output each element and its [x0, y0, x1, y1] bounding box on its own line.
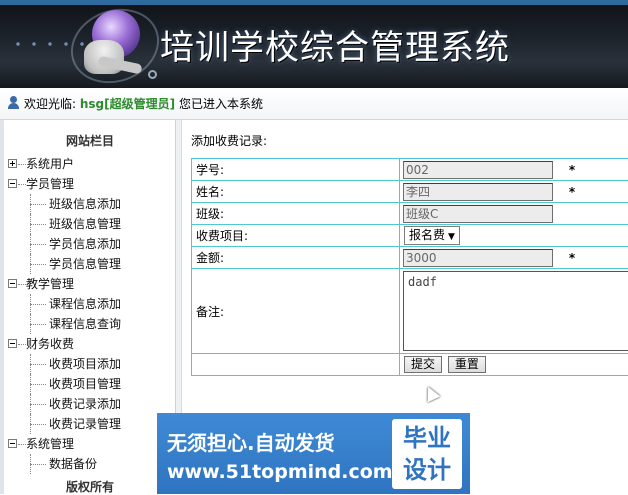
nav-item-label[interactable]: 收费项目添加: [49, 357, 121, 371]
expand-icon[interactable]: [8, 159, 17, 168]
nav-group-finance[interactable]: 财务收费: [8, 334, 176, 354]
ad-slogan: 无须担心.自动发货: [167, 427, 335, 456]
nav-item-label[interactable]: 班级信息添加: [49, 197, 121, 211]
nav-item-course-query[interactable]: 课程信息查询: [8, 314, 176, 334]
nav-item-label[interactable]: 学员信息添加: [49, 237, 121, 251]
button-cell: 提交 重置: [400, 354, 628, 376]
nav-group-student-mgmt[interactable]: 学员管理: [8, 174, 176, 194]
required-mark: *: [569, 163, 575, 177]
nav-item-label[interactable]: 课程信息查询: [49, 317, 121, 331]
form-row: 姓名: *: [192, 181, 628, 203]
nav-tree: 系统用户 学员管理 班级信息添加 班级信息管理 学员信息添加 学员信息管理 教学…: [8, 154, 176, 474]
fee-record-form: 学号: * 姓名: * 班级: 收费项目: 报名费▼ 金额: [191, 158, 628, 376]
nav-item-student-manage[interactable]: 学员信息管理: [8, 254, 176, 274]
header-banner: 培训学校综合管理系统: [0, 0, 628, 88]
sidebar: 网站栏目 系统用户 学员管理 班级信息添加 班级信息管理 学员信息添加 学员信息…: [4, 120, 176, 494]
fee-item-select[interactable]: 报名费▼: [404, 226, 460, 245]
nav-item-label[interactable]: 学员信息管理: [49, 257, 121, 271]
nav-item-label[interactable]: 课程信息添加: [49, 297, 121, 311]
header-decoration: [148, 70, 157, 79]
field-label: 学号:: [192, 159, 400, 181]
user-icon: [8, 96, 24, 110]
field-label: 金额:: [192, 247, 400, 269]
class-input[interactable]: [403, 205, 553, 223]
collapse-icon[interactable]: [8, 179, 17, 188]
nav-item-fee-item-add[interactable]: 收费项目添加: [8, 354, 176, 374]
empty-cell: [192, 354, 400, 376]
form-row: 提交 重置: [192, 354, 628, 376]
nav-group-label[interactable]: 教学管理: [26, 277, 74, 291]
field-cell: 报名费▼: [400, 225, 628, 247]
field-cell: *: [400, 181, 628, 203]
field-label: 备注:: [192, 269, 400, 354]
nav-item-label[interactable]: 收费记录添加: [49, 397, 121, 411]
field-cell: dadf: [400, 269, 628, 354]
welcome-suffix: 您已进入本系统: [175, 97, 263, 111]
welcome-prefix: 欢迎光临:: [24, 97, 76, 111]
form-row: 备注: dadf: [192, 269, 628, 354]
nav-item-class-add[interactable]: 班级信息添加: [8, 194, 176, 214]
nav-item-fee-item-manage[interactable]: 收费项目管理: [8, 374, 176, 394]
form-row: 收费项目: 报名费▼: [192, 225, 628, 247]
current-user: hsg[超级管理员]: [80, 97, 175, 111]
nav-group-system-mgmt[interactable]: 系统管理: [8, 434, 176, 454]
app-title: 培训学校综合管理系统: [160, 20, 510, 69]
nav-item-label[interactable]: 数据备份: [49, 457, 97, 471]
required-mark: *: [569, 251, 575, 265]
nav-group-system-users[interactable]: 系统用户: [8, 154, 176, 174]
required-mark: *: [569, 185, 575, 199]
sidebar-title: 网站栏目: [4, 132, 176, 149]
collapse-icon[interactable]: [8, 279, 17, 288]
amount-input[interactable]: [403, 249, 553, 267]
header-top-strip: [0, 0, 628, 5]
copyright-text: 版权所有: [4, 478, 176, 495]
nav-group-label[interactable]: 财务收费: [26, 337, 74, 351]
ad-url: www.51topmind.com: [167, 461, 393, 483]
nav-item-class-manage[interactable]: 班级信息管理: [8, 214, 176, 234]
field-label: 班级:: [192, 203, 400, 225]
nav-item-label[interactable]: 收费记录管理: [49, 417, 121, 431]
collapse-icon[interactable]: [8, 339, 17, 348]
field-cell: [400, 203, 628, 225]
remark-textarea[interactable]: dadf: [403, 271, 628, 351]
nav-item-course-add[interactable]: 课程信息添加: [8, 294, 176, 314]
form-heading: 添加收费记录:: [191, 132, 267, 149]
name-input[interactable]: [403, 183, 553, 201]
nav-item-fee-record-manage[interactable]: 收费记录管理: [8, 414, 176, 434]
nav-item-label[interactable]: 收费项目管理: [49, 377, 121, 391]
ad-badge-bottom: 设计: [392, 454, 462, 486]
nav-group-teaching-mgmt[interactable]: 教学管理: [8, 274, 176, 294]
nav-group-label[interactable]: 学员管理: [26, 177, 74, 191]
reset-button[interactable]: 重置: [448, 356, 486, 373]
nav-item-student-add[interactable]: 学员信息添加: [8, 234, 176, 254]
ad-badge: 毕业 设计: [392, 419, 462, 489]
submit-button[interactable]: 提交: [404, 356, 442, 373]
field-cell: *: [400, 159, 628, 181]
form-row: 学号: *: [192, 159, 628, 181]
student-id-input[interactable]: [403, 161, 553, 179]
dropdown-arrow-icon: ▼: [448, 232, 455, 242]
field-label: 收费项目:: [192, 225, 400, 247]
field-cell: *: [400, 247, 628, 269]
nav-item-label[interactable]: 班级信息管理: [49, 217, 121, 231]
form-row: 金额: *: [192, 247, 628, 269]
form-row: 班级:: [192, 203, 628, 225]
ad-badge-top: 毕业: [392, 422, 462, 454]
collapse-icon[interactable]: [8, 439, 17, 448]
field-label: 姓名:: [192, 181, 400, 203]
welcome-bar: 欢迎光临: hsg[超级管理员] 您已进入本系统: [0, 88, 628, 120]
watermark-ad: 无须担心.自动发货 www.51topmind.com 毕业 设计: [157, 413, 470, 494]
nav-group-label[interactable]: 系统用户: [26, 157, 74, 171]
nav-group-label[interactable]: 系统管理: [26, 437, 74, 451]
nav-item-fee-record-add[interactable]: 收费记录添加: [8, 394, 176, 414]
fee-item-selected: 报名费: [409, 228, 445, 242]
nav-item-data-backup[interactable]: 数据备份: [8, 454, 176, 474]
